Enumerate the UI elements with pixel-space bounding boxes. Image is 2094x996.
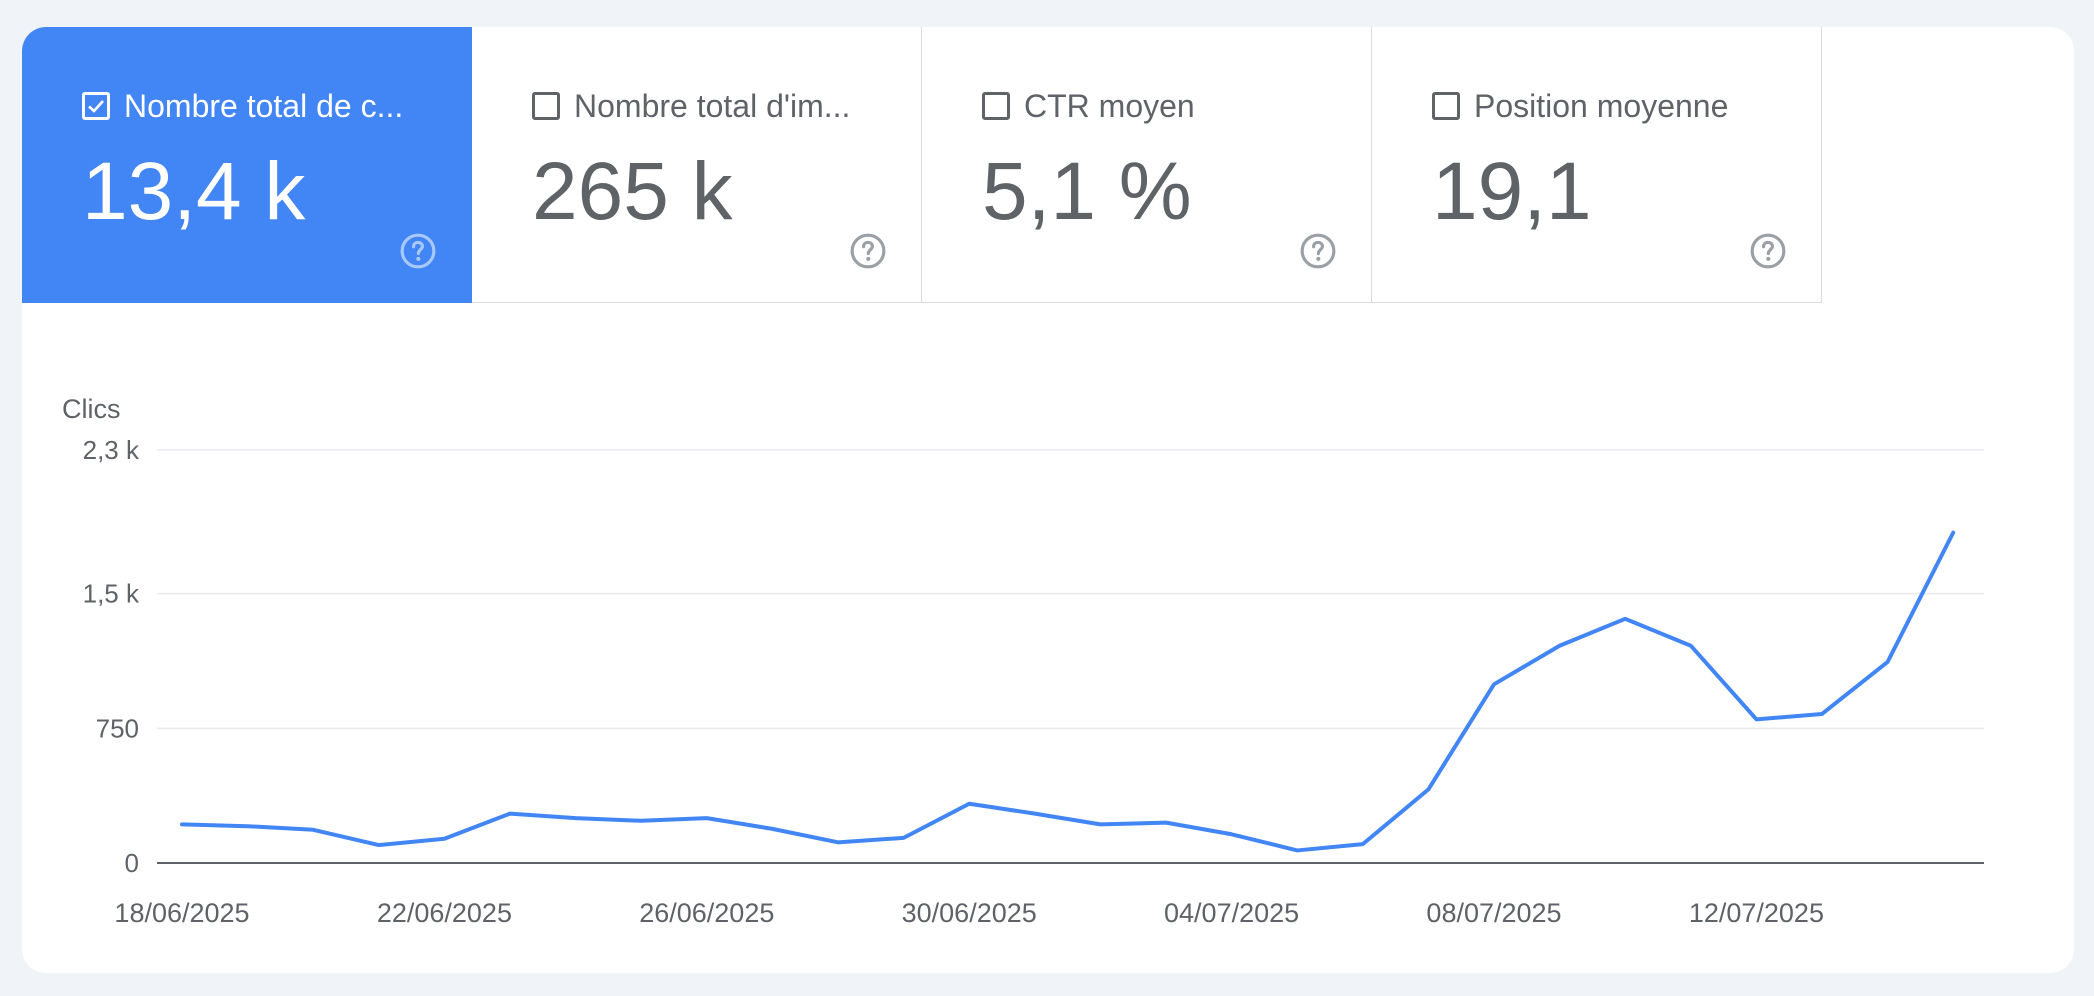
- metric-header: Position moyenne: [1432, 87, 1729, 124]
- data-point[interactable]: [1422, 783, 1434, 795]
- help-icon[interactable]: [849, 232, 887, 270]
- metric-value: 5,1 %: [982, 146, 1192, 237]
- data-point[interactable]: [1554, 640, 1566, 652]
- performance-card: Nombre total de c... 13,4 k Nombre total…: [22, 27, 2074, 973]
- x-tick-label: 30/06/2025: [902, 898, 1037, 928]
- metric-total-clicks[interactable]: Nombre total de c... 13,4 k: [22, 27, 472, 303]
- data-point[interactable]: [242, 820, 254, 832]
- data-point[interactable]: [635, 815, 647, 827]
- checkbox-icon[interactable]: [532, 92, 560, 120]
- help-icon[interactable]: [399, 232, 437, 270]
- data-point[interactable]: [176, 818, 188, 830]
- y-tick-label: 0: [125, 848, 139, 878]
- metric-value: 265 k: [532, 146, 733, 237]
- data-point[interactable]: [701, 812, 713, 824]
- metric-tabs: Nombre total de c... 13,4 k Nombre total…: [22, 27, 1822, 303]
- data-point[interactable]: [1619, 613, 1631, 625]
- metric-average-position[interactable]: Position moyenne 19,1: [1372, 27, 1822, 303]
- metric-value: 13,4 k: [82, 146, 306, 237]
- data-point[interactable]: [373, 839, 385, 851]
- clicks-chart: Clics 0 750 1,5 k 2,3 k 18/06/2025 22/06/202…: [22, 303, 2074, 973]
- checkbox-checked-icon[interactable]: [82, 92, 110, 120]
- checkbox-icon[interactable]: [1432, 92, 1460, 120]
- data-point[interactable]: [1882, 656, 1894, 668]
- metric-label: Position moyenne: [1474, 87, 1729, 124]
- metric-header: Nombre total d'im...: [532, 87, 851, 124]
- metric-value: 19,1: [1432, 146, 1592, 237]
- metric-total-impressions[interactable]: Nombre total d'im... 265 k: [472, 27, 922, 303]
- x-tick-label: 22/06/2025: [377, 898, 512, 928]
- y-axis-ticks: 0 750 1,5 k 2,3 k: [83, 435, 140, 878]
- metric-header: Nombre total de c...: [82, 87, 404, 124]
- metric-label: Nombre total de c...: [124, 87, 404, 124]
- data-point[interactable]: [963, 798, 975, 810]
- data-point[interactable]: [1947, 527, 1959, 539]
- y-tick-label: 750: [96, 713, 139, 743]
- series-group: [176, 527, 1959, 856]
- data-point[interactable]: [1160, 817, 1172, 829]
- data-point[interactable]: [1685, 640, 1697, 652]
- series-line-clics[interactable]: [180, 530, 1956, 853]
- data-point[interactable]: [898, 832, 910, 844]
- x-tick-label: 18/06/2025: [114, 898, 249, 928]
- data-point[interactable]: [1094, 818, 1106, 830]
- data-point[interactable]: [504, 808, 516, 820]
- help-icon[interactable]: [1299, 232, 1337, 270]
- data-point[interactable]: [1357, 838, 1369, 850]
- line-chart: Clics 0 750 1,5 k 2,3 k 18/06/2025 22/06/202…: [62, 394, 1984, 928]
- metric-label: Nombre total d'im...: [574, 87, 851, 124]
- grid-lines: [157, 449, 1984, 864]
- data-point[interactable]: [1816, 708, 1828, 720]
- x-tick-label: 08/07/2025: [1426, 898, 1561, 928]
- data-point[interactable]: [1291, 844, 1303, 856]
- metric-header: CTR moyen: [982, 87, 1195, 124]
- data-point[interactable]: [832, 836, 844, 848]
- x-tick-label: 04/07/2025: [1164, 898, 1299, 928]
- checkbox-icon[interactable]: [982, 92, 1010, 120]
- y-axis-label: Clics: [62, 394, 121, 424]
- x-tick-label: 12/07/2025: [1689, 898, 1824, 928]
- metric-label: CTR moyen: [1024, 87, 1195, 124]
- x-tick-label: 26/06/2025: [639, 898, 774, 928]
- checkmark-icon: [88, 100, 104, 113]
- help-icon[interactable]: [1749, 232, 1787, 270]
- y-tick-label: 2,3 k: [83, 435, 140, 465]
- data-point[interactable]: [570, 812, 582, 824]
- metric-average-ctr[interactable]: CTR moyen 5,1 %: [922, 27, 1372, 303]
- data-point[interactable]: [307, 824, 319, 836]
- x-axis-ticks: 18/06/2025 22/06/2025 26/06/2025 30/06/2025…: [114, 898, 1824, 928]
- data-point[interactable]: [438, 833, 450, 845]
- data-point[interactable]: [1029, 808, 1041, 820]
- data-point[interactable]: [766, 823, 778, 835]
- data-point[interactable]: [1226, 828, 1238, 840]
- y-tick-label: 1,5 k: [83, 579, 140, 609]
- data-point[interactable]: [1750, 713, 1762, 725]
- data-point[interactable]: [1488, 678, 1500, 690]
